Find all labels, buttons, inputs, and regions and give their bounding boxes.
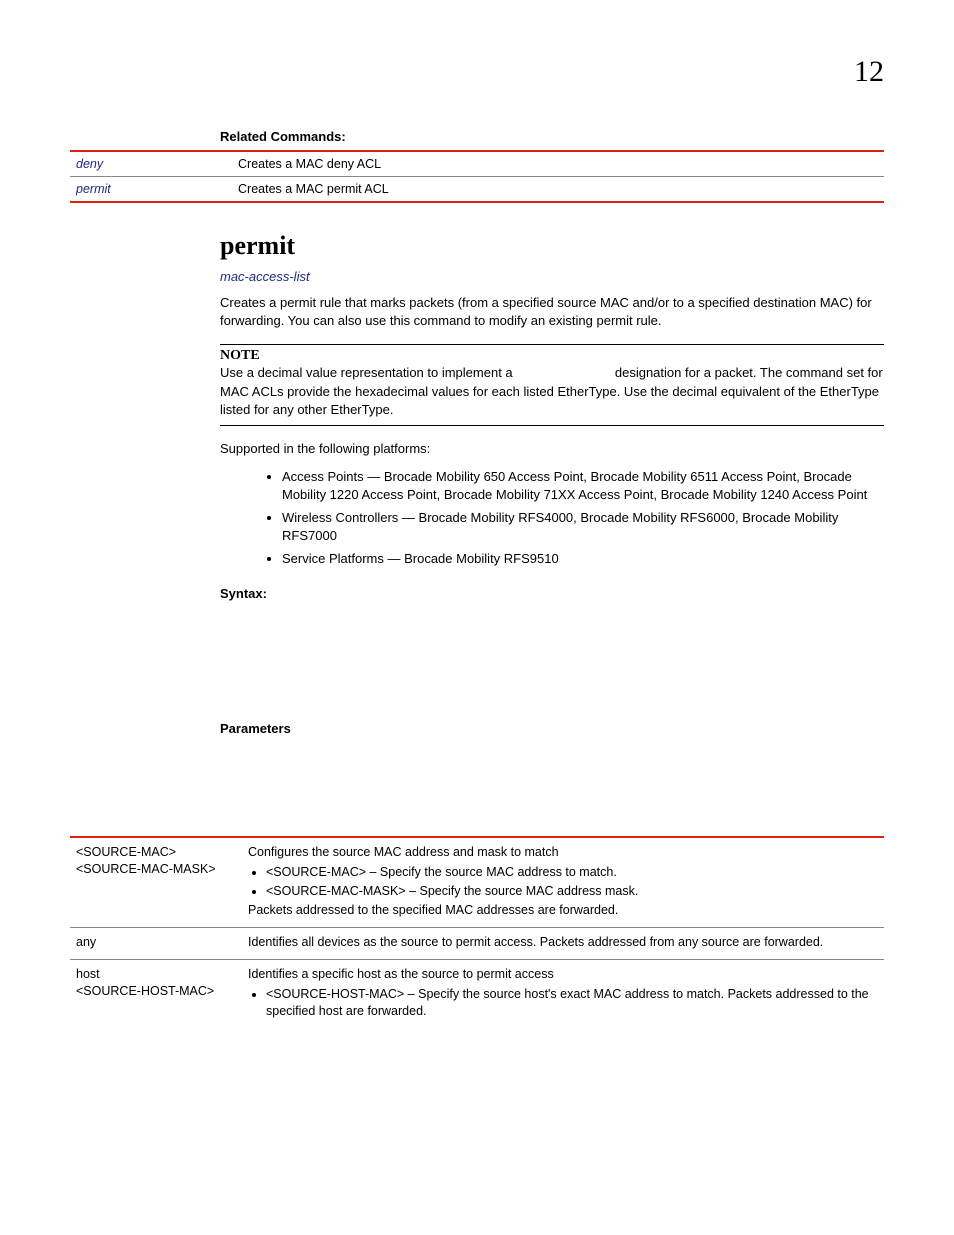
param-lead: Identifies all devices as the source to …: [248, 934, 878, 951]
related-link-permit[interactable]: permit: [76, 182, 111, 196]
chapter-number: 12: [70, 55, 884, 89]
list-item: Service Platforms — Brocade Mobility RFS…: [282, 550, 884, 568]
list-item: <SOURCE-MAC> – Specify the source MAC ad…: [266, 864, 878, 881]
param-lead: Configures the source MAC address and ma…: [248, 844, 878, 861]
param-desc: Identifies a specific host as the source…: [242, 960, 884, 1031]
related-desc: Creates a MAC deny ACL: [232, 151, 884, 177]
parameters-table: <SOURCE-MAC> <SOURCE-MAC-MASK> Configure…: [70, 836, 884, 1031]
note-pre: Use a decimal value representation to im…: [220, 365, 516, 380]
platforms-list: Access Points — Brocade Mobility 650 Acc…: [220, 468, 884, 568]
parameters-label: Parameters: [220, 721, 884, 736]
param-name-line: <SOURCE-MAC>: [76, 844, 236, 861]
note-block: NOTE Use a decimal value representation …: [220, 344, 884, 426]
command-title: permit: [220, 231, 884, 261]
param-name: host <SOURCE-HOST-MAC>: [70, 960, 242, 1031]
param-name-line: host: [76, 966, 236, 983]
param-desc: Identifies all devices as the source to …: [242, 928, 884, 960]
param-lead: Identifies a specific host as the source…: [248, 966, 878, 983]
param-name-line: any: [76, 934, 236, 951]
note-text: Use a decimal value representation to im…: [220, 364, 884, 419]
param-name-line: <SOURCE-HOST-MAC>: [76, 983, 236, 1000]
related-link-deny[interactable]: deny: [76, 157, 103, 171]
related-desc: Creates a MAC permit ACL: [232, 177, 884, 203]
param-name-line: <SOURCE-MAC-MASK>: [76, 861, 236, 878]
note-label: NOTE: [220, 348, 884, 364]
list-item: <SOURCE-HOST-MAC> – Specify the source h…: [266, 986, 878, 1020]
related-commands-heading: Related Commands:: [220, 129, 884, 144]
syntax-label: Syntax:: [220, 586, 884, 601]
supported-heading: Supported in the following platforms:: [220, 440, 884, 458]
param-trail: Packets addressed to the specified MAC a…: [248, 902, 878, 919]
list-item: <SOURCE-MAC-MASK> – Specify the source M…: [266, 883, 878, 900]
intro-paragraph: Creates a permit rule that marks packets…: [220, 294, 884, 330]
param-name: <SOURCE-MAC> <SOURCE-MAC-MASK>: [70, 837, 242, 928]
related-commands-table: deny Creates a MAC deny ACL permit Creat…: [70, 150, 884, 203]
list-item: Wireless Controllers — Brocade Mobility …: [282, 509, 884, 544]
param-desc: Configures the source MAC address and ma…: [242, 837, 884, 928]
list-item: Access Points — Brocade Mobility 650 Acc…: [282, 468, 884, 503]
context-link[interactable]: mac-access-list: [220, 269, 884, 284]
param-name: any: [70, 928, 242, 960]
